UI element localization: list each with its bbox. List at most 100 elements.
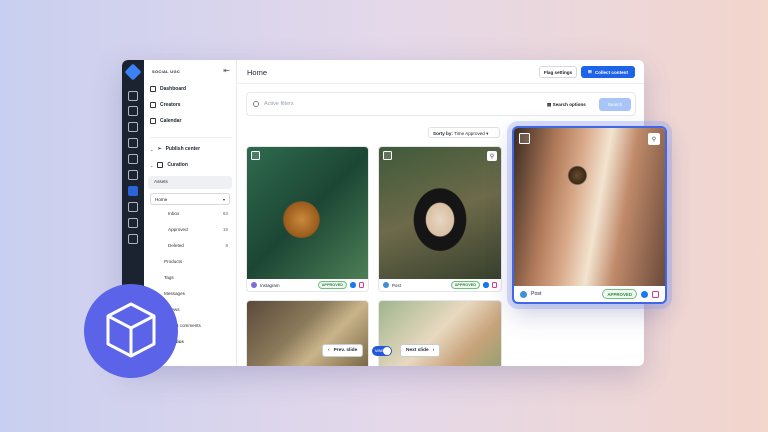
- filter-bar: Active filters ▤ Search options Search: [246, 92, 636, 116]
- bot-icon[interactable]: [128, 218, 138, 228]
- instagram-icon: [652, 290, 659, 298]
- next-slide-label: Next slide: [406, 348, 429, 353]
- sidebar-item-label: Creators: [160, 102, 181, 108]
- sidebar-item-creators[interactable]: Creators: [150, 102, 181, 108]
- card-image: [247, 147, 368, 279]
- chevron-right-icon: ›: [432, 348, 435, 353]
- pin-icon[interactable]: ⚲: [648, 133, 660, 145]
- autoplay-toggle[interactable]: MINE: [372, 346, 392, 356]
- sidebar-item-inbox[interactable]: Inbox 63: [168, 211, 228, 216]
- cube-icon: [106, 302, 156, 358]
- chevron-down-icon: ▾: [222, 197, 225, 202]
- cube-badge: [84, 284, 178, 378]
- instagram-icon: [358, 282, 364, 288]
- search-input[interactable]: Active filters: [264, 101, 294, 107]
- card-image: [379, 147, 501, 279]
- page-title: Home: [247, 68, 268, 77]
- sidebar-item-label: Curation: [167, 162, 188, 168]
- analytics-icon[interactable]: [128, 106, 138, 116]
- card-meta: Post APPROVED: [379, 279, 501, 291]
- card-source: Post: [531, 291, 542, 297]
- select-checkbox[interactable]: [383, 151, 392, 160]
- sort-value: Time Approved: [454, 130, 485, 136]
- avatar: [520, 290, 527, 298]
- send-icon: ➢: [157, 146, 162, 152]
- content-card[interactable]: ⚲ Post APPROVED: [378, 146, 502, 292]
- dashboard-nav-icon: [150, 86, 156, 92]
- sidebar-item-deleted[interactable]: Deleted 8: [168, 243, 228, 248]
- facebook-icon: [483, 282, 489, 288]
- share-icon[interactable]: [128, 202, 138, 212]
- inbox-count: 63: [222, 211, 228, 216]
- featured-image: [514, 128, 665, 286]
- sidebar-item-assets[interactable]: Assets: [154, 179, 168, 184]
- chevron-down-icon: ⌄: [150, 162, 154, 168]
- next-slide-button[interactable]: Next slide ›: [400, 344, 441, 357]
- sidebar-item-label: Publish center: [165, 146, 201, 152]
- creators-nav-icon: [150, 102, 156, 108]
- collection-select[interactable]: Home ▾: [150, 193, 230, 205]
- avatar: [383, 282, 389, 288]
- instagram-icon: [491, 282, 497, 288]
- curation-nav-icon: [157, 162, 164, 168]
- top-bar: Home Flag settings ⊞ Collect content: [237, 60, 644, 84]
- prev-slide-button[interactable]: ‹ Prev. slide: [322, 344, 364, 357]
- sort-label: Sorty by:: [433, 130, 453, 136]
- status-badge: APPROVED: [317, 281, 347, 289]
- curation-icon[interactable]: [128, 186, 138, 196]
- sidebar-item-label: Calendar: [160, 118, 182, 124]
- facebook-icon: [641, 290, 648, 298]
- featured-card[interactable]: ⚲ Post APPROVED: [512, 126, 667, 304]
- status-badge: APPROVED: [602, 289, 637, 299]
- card-meta: Instagram APPROVED: [247, 279, 368, 291]
- deleted-label: Deleted: [168, 243, 184, 248]
- sidebar-item-products[interactable]: Products: [164, 259, 182, 264]
- sliders-icon: ▤: [547, 102, 552, 107]
- avatar: [251, 282, 257, 288]
- chevron-down-icon: ⌄: [150, 146, 154, 152]
- library-icon[interactable]: [128, 154, 138, 164]
- app-logo-icon: [124, 63, 142, 81]
- calendar-nav-icon: [150, 118, 156, 124]
- brand-label: SOCIAL UGC: [152, 69, 181, 74]
- divider: [150, 137, 231, 138]
- network-icon[interactable]: [128, 138, 138, 148]
- search-icon: [253, 101, 259, 107]
- select-value: Home: [155, 197, 168, 202]
- search-options-label: Search options: [552, 102, 586, 107]
- sidebar-item-approved[interactable]: Approved 19: [168, 227, 228, 232]
- chevron-down-icon: ▾: [486, 130, 489, 136]
- chevron-left-icon: ‹: [328, 348, 330, 353]
- image-icon[interactable]: [128, 170, 138, 180]
- sort-dropdown[interactable]: Sorty by: Time Approved ▾: [428, 127, 500, 138]
- sidebar-item-publish-center[interactable]: ⌄ ➢ Publish center: [150, 146, 200, 152]
- card-meta: Post APPROVED: [514, 286, 665, 302]
- collect-content-label: Collect content: [594, 69, 629, 75]
- approved-label: Approved: [168, 227, 188, 232]
- plus-icon: ⊞: [587, 69, 592, 74]
- calendar-icon[interactable]: [128, 122, 138, 132]
- sidebar-item-curation[interactable]: ⌄ Curation: [150, 162, 188, 168]
- flag-settings-button[interactable]: Flag settings: [539, 66, 577, 78]
- dashboard-icon[interactable]: [128, 91, 138, 101]
- sidebar-item-label: Dashboard: [160, 86, 187, 92]
- chart-icon[interactable]: [128, 234, 138, 244]
- content-card[interactable]: [378, 300, 502, 366]
- card-source: Post: [392, 282, 401, 288]
- search-button[interactable]: Search: [599, 98, 631, 111]
- deleted-count: 8: [225, 243, 228, 248]
- toggle-knob: [383, 347, 391, 355]
- content-card[interactable]: Instagram APPROVED: [246, 146, 369, 292]
- approved-count: 19: [222, 227, 228, 232]
- select-checkbox[interactable]: [251, 151, 260, 160]
- sidebar-item-calendar[interactable]: Calendar: [150, 118, 181, 124]
- collect-content-button[interactable]: ⊞ Collect content: [581, 66, 635, 78]
- sidebar-item-tags[interactable]: Tags: [164, 275, 174, 280]
- select-checkbox[interactable]: [519, 133, 530, 144]
- prev-slide-label: Prev. slide: [333, 348, 358, 353]
- pin-icon[interactable]: ⚲: [487, 151, 497, 161]
- collapse-sidebar-icon[interactable]: ⇤: [223, 66, 230, 75]
- sidebar-item-dashboard[interactable]: Dashboard: [150, 86, 186, 92]
- search-options-button[interactable]: ▤ Search options: [547, 102, 586, 108]
- facebook-icon: [350, 282, 356, 288]
